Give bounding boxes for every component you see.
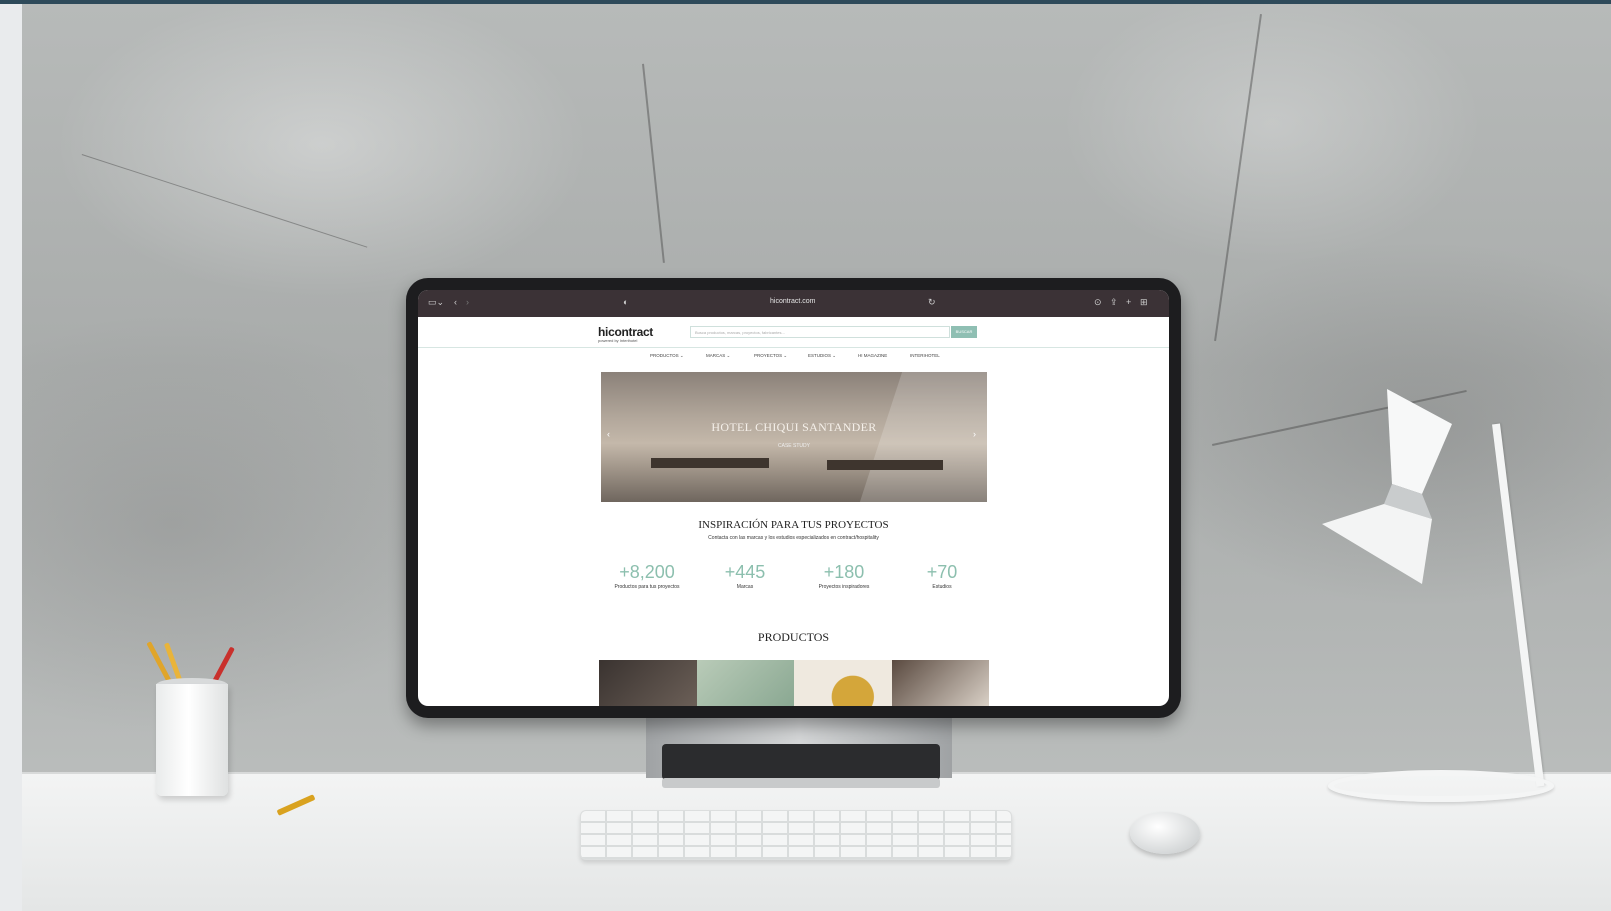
keyboard	[580, 810, 1012, 860]
inspiration-heading: INSPIRACIÓN PARA TUS PROYECTOS	[698, 519, 889, 531]
hero-subtitle[interactable]: CASE STUDY	[601, 443, 987, 449]
address-bar[interactable]: hicontract.com	[770, 298, 816, 305]
mouse	[1130, 812, 1200, 854]
products-heading: PRODUCTOS	[757, 630, 830, 644]
nav-item-marcas[interactable]: MARCAS ⌄	[706, 353, 730, 359]
search-button[interactable]: BUSCAR	[951, 326, 977, 338]
product-thumb[interactable]	[599, 660, 697, 706]
lamp-pole	[1492, 423, 1545, 787]
left-margin-strip	[0, 4, 22, 911]
hero-pier	[651, 458, 769, 468]
product-thumbnails	[599, 660, 989, 706]
product-thumb[interactable]	[696, 660, 794, 706]
site-logo[interactable]: hicontract	[598, 325, 653, 339]
reload-icon[interactable]: ↻	[928, 297, 936, 308]
hero-pier	[827, 460, 943, 470]
stat-value: +70	[926, 562, 958, 582]
share-icon[interactable]: ⇪	[1110, 297, 1118, 308]
nav-item-magazine[interactable]: HI MAGAZINE	[858, 353, 887, 358]
tab-overview-icon[interactable]: ⊞	[1140, 297, 1148, 308]
monitor-stand-base	[662, 744, 940, 780]
inspiration-subtitle: Contacta con las marcas y los estudios e…	[708, 535, 879, 541]
pencil-cup	[156, 684, 228, 796]
product-thumb[interactable]	[891, 660, 989, 706]
nav-item-estudios[interactable]: ESTUDIOS ⌄	[808, 353, 836, 359]
monitor: ▭⌄ ‹ › ◐ hicontract.com ↻ ⊙ ⇪ + ⊞ hicont…	[406, 278, 1181, 718]
lamp-base	[1328, 770, 1554, 802]
product-thumb[interactable]	[794, 660, 892, 706]
hero-light-sheen	[859, 372, 987, 502]
search-input[interactable]: Busca productos, marcas, proyectos, fabr…	[690, 326, 950, 338]
stat-studios: +70 Estudios	[882, 562, 1002, 590]
sidebar-toggle-icon[interactable]: ▭⌄	[428, 297, 444, 308]
nav-item-interihotel[interactable]: INTERIHOTEL	[910, 353, 940, 358]
privacy-icon[interactable]: ◐	[623, 297, 628, 307]
download-icon[interactable]: ⊙	[1094, 297, 1102, 308]
monitor-stand-foot	[662, 778, 940, 788]
lamp-shade	[1322, 389, 1452, 584]
wall-crack	[642, 63, 665, 263]
site-logo-subtitle: powered by Interihotel	[598, 338, 638, 343]
stat-label: Estudios	[932, 584, 952, 590]
wall-crack	[1214, 14, 1262, 342]
nav-item-proyectos[interactable]: PROYECTOS ⌄	[754, 353, 787, 359]
site-header: hicontract powered by Interihotel Busca …	[418, 317, 1169, 348]
back-icon[interactable]: ‹	[454, 297, 457, 307]
forward-icon[interactable]: ›	[466, 297, 469, 307]
main-nav: PRODUCTOS ⌄ MARCAS ⌄ PROYECTOS ⌄ ESTUDIO…	[418, 351, 1169, 363]
wall-crack	[81, 154, 368, 248]
new-tab-icon[interactable]: +	[1126, 297, 1131, 307]
nav-item-productos[interactable]: PRODUCTOS ⌄	[650, 353, 684, 359]
hero-banner[interactable]: ‹ › HOTEL CHIQUI SANTANDER CASE STUDY	[601, 372, 987, 502]
browser-toolbar: ▭⌄ ‹ › ◐ hicontract.com ↻ ⊙ ⇪ + ⊞	[418, 290, 1169, 317]
desk-scene: ▭⌄ ‹ › ◐ hicontract.com ↻ ⊙ ⇪ + ⊞ hicont…	[22, 4, 1611, 911]
hero-title: HOTEL CHIQUI SANTANDER	[711, 420, 877, 434]
monitor-screen: ▭⌄ ‹ › ◐ hicontract.com ↻ ⊙ ⇪ + ⊞ hicont…	[418, 290, 1169, 706]
